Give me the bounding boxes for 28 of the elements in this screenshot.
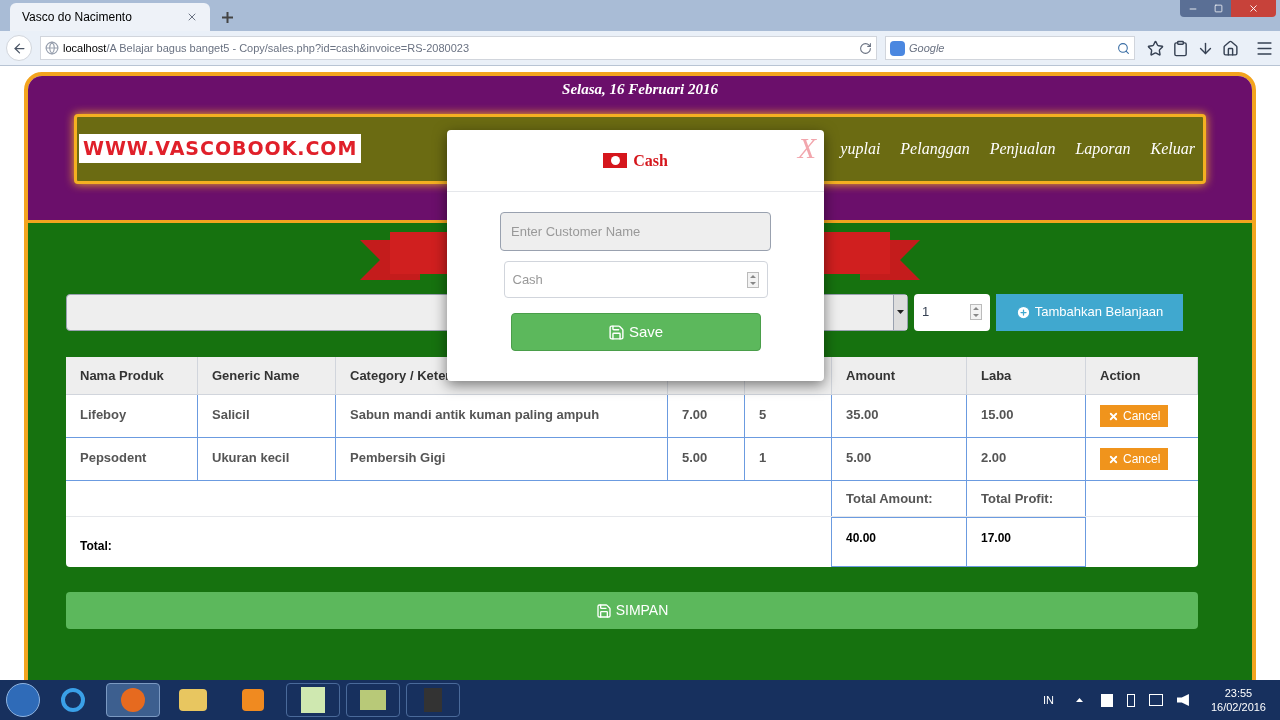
date-text: Selasa, 16 Februari 2016 — [562, 80, 718, 99]
table-cell: 2.00 — [981, 450, 1007, 465]
table-cell: Ukuran kecil — [212, 450, 290, 465]
total-profit-label: Total Profit: — [981, 489, 1053, 508]
total-amount-label: Total Amount: — [846, 489, 933, 508]
column-header: Amount — [846, 366, 896, 385]
total-label: Total: — [80, 538, 112, 555]
table-cell: Sabun mandi antik kuman paling ampuh — [350, 407, 600, 422]
table-cell: 15.00 — [981, 407, 1014, 422]
column-header: Category / Keter — [350, 366, 451, 385]
total-amount: 40.00 — [846, 531, 877, 545]
table-cell: Pepsodent — [80, 450, 147, 465]
column-header: Nama Produk — [80, 366, 164, 385]
column-header: Laba — [981, 366, 1012, 385]
table-cell: Lifeboy — [80, 407, 127, 422]
table-cell: 5 — [759, 407, 767, 422]
site-logo: WWW.VASCOBOOK.COM — [79, 134, 362, 163]
table-cell: 5.00 — [682, 450, 708, 465]
column-header: Action — [1100, 366, 1141, 385]
dialog-title: Cash — [633, 150, 668, 171]
table-cell: 35.00 — [846, 407, 879, 422]
table-cell: 1 — [759, 450, 767, 465]
table-cell: Pembersih Gigi — [350, 450, 446, 465]
table-cell: 5.00 — [846, 450, 872, 465]
table-cell: Salicil — [212, 407, 250, 422]
total-profit: 17.00 — [981, 531, 1012, 545]
column-header: Generic Name — [212, 366, 300, 385]
table-cell: 7.00 — [682, 407, 708, 422]
